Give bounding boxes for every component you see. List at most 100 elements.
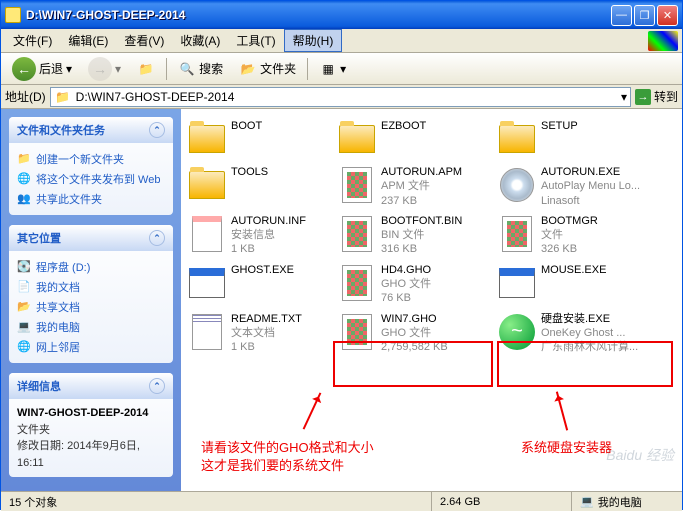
- menu-tools[interactable]: 工具(T): [228, 30, 283, 51]
- file-type: 文件: [541, 228, 598, 242]
- menu-favorites[interactable]: 收藏(A): [172, 30, 228, 51]
- file-item[interactable]: AUTORUN.APMAPM 文件237 KB: [335, 163, 495, 210]
- place-icon: 📄: [17, 280, 31, 294]
- file-name: BOOTMGR: [541, 214, 598, 228]
- folders-button[interactable]: 📂文件夹: [234, 58, 301, 80]
- places-panel: 其它位置 ⌃ 💽程序盘 (D:)📄我的文档📂共享文档💻我的电脑🌐网上邻居: [9, 225, 173, 363]
- place-icon: 📂: [17, 300, 31, 314]
- exe-icon: [189, 268, 225, 298]
- file-size: Linasoft: [541, 194, 640, 208]
- address-input[interactable]: 📁 D:\WIN7-GHOST-DEEP-2014 ▾: [50, 87, 631, 107]
- chevron-down-icon[interactable]: ▾: [621, 90, 627, 104]
- search-button[interactable]: 🔍搜索: [173, 58, 228, 80]
- file-icon: [342, 167, 372, 203]
- addressbar: 地址(D) 📁 D:\WIN7-GHOST-DEEP-2014 ▾ → 转到: [1, 85, 682, 109]
- up-button[interactable]: 📁: [132, 58, 160, 80]
- file-icon: [342, 265, 372, 301]
- back-icon: ←: [12, 57, 36, 81]
- close-button[interactable]: ✕: [657, 5, 678, 26]
- tasks-header[interactable]: 文件和文件夹任务 ⌃: [9, 117, 173, 143]
- task-link[interactable]: 🌐将这个文件夹发布到 Web: [17, 169, 165, 189]
- file-item[interactable]: SETUP: [495, 117, 655, 161]
- file-item[interactable]: BOOTMGR文件326 KB: [495, 212, 655, 259]
- menu-view[interactable]: 查看(V): [116, 30, 172, 51]
- txt-icon: [192, 314, 222, 350]
- details-modified-label: 修改日期:: [17, 440, 64, 452]
- file-item[interactable]: WIN7.GHOGHO 文件2,759,582 KB: [335, 310, 495, 357]
- annotation-installer: 系统硬盘安装器: [521, 439, 612, 457]
- statusbar: 15 个对象 2.64 GB 💻 我的电脑: [1, 491, 682, 511]
- file-name: SETUP: [541, 119, 578, 133]
- address-label: 地址(D): [5, 88, 46, 105]
- details-type: 文件夹: [17, 424, 50, 436]
- file-item[interactable]: HD4.GHOGHO 文件76 KB: [335, 261, 495, 308]
- file-name: AUTORUN.APM: [381, 165, 462, 179]
- menu-edit[interactable]: 编辑(E): [60, 30, 116, 51]
- file-name: AUTORUN.INF: [231, 214, 306, 228]
- folder-icon: 📁: [54, 88, 72, 106]
- back-button[interactable]: ← 后退 ▾: [7, 55, 77, 83]
- status-count: 15 个对象: [1, 492, 432, 511]
- file-name: MOUSE.EXE: [541, 263, 606, 277]
- place-link[interactable]: 💻我的电脑: [17, 317, 165, 337]
- file-name: TOOLS: [231, 165, 268, 179]
- chevron-up-icon: ⌃: [149, 230, 165, 246]
- details-header[interactable]: 详细信息 ⌃: [9, 373, 173, 399]
- views-button[interactable]: ▦▾: [314, 58, 351, 80]
- file-item[interactable]: GHOST.EXE: [185, 261, 335, 308]
- menu-file[interactable]: 文件(F): [5, 30, 60, 51]
- forward-button[interactable]: → ▾: [83, 55, 126, 83]
- file-size: 326 KB: [541, 242, 598, 256]
- place-link[interactable]: 📄我的文档: [17, 277, 165, 297]
- file-item[interactable]: ~硬盘安装.EXEOneKey Ghost ...广东雨林木风计算...: [495, 310, 655, 357]
- file-item[interactable]: EZBOOT: [335, 117, 495, 161]
- place-icon: 🌐: [17, 340, 31, 354]
- file-name: BOOTFONT.BIN: [381, 214, 462, 228]
- file-name: WIN7.GHO: [381, 312, 448, 326]
- task-link[interactable]: 👥共享此文件夹: [17, 189, 165, 209]
- file-item[interactable]: README.TXT文本文档1 KB: [185, 310, 335, 357]
- file-item[interactable]: BOOTFONT.BINBIN 文件316 KB: [335, 212, 495, 259]
- file-list[interactable]: BOOT EZBOOT SETUP TOOLS AUTORUN.APMAPM 文件237…: [181, 109, 682, 491]
- places-header[interactable]: 其它位置 ⌃: [9, 225, 173, 251]
- maximize-button[interactable]: ❐: [634, 5, 655, 26]
- chevron-down-icon: ▾: [340, 62, 346, 76]
- place-icon: 💻: [17, 320, 31, 334]
- file-size: 1 KB: [231, 242, 306, 256]
- file-icon: [342, 314, 372, 350]
- go-icon: →: [635, 89, 651, 105]
- file-name: 硬盘安装.EXE: [541, 312, 638, 326]
- folders-icon: 📂: [239, 60, 257, 78]
- chevron-down-icon: ▾: [115, 62, 121, 76]
- file-item[interactable]: AUTORUN.INF安装信息1 KB: [185, 212, 335, 259]
- task-link[interactable]: 📁创建一个新文件夹: [17, 149, 165, 169]
- file-name: EZBOOT: [381, 119, 426, 133]
- file-name: HD4.GHO: [381, 263, 431, 277]
- place-link[interactable]: 🌐网上邻居: [17, 337, 165, 357]
- file-size: 237 KB: [381, 194, 462, 208]
- details-name: WIN7-GHOST-DEEP-2014: [17, 407, 148, 419]
- address-path: D:\WIN7-GHOST-DEEP-2014: [76, 90, 235, 104]
- file-item[interactable]: BOOT: [185, 117, 335, 161]
- file-icon: [502, 216, 532, 252]
- file-type: APM 文件: [381, 179, 462, 193]
- place-icon: 💽: [17, 260, 31, 274]
- folder-icon: [189, 171, 225, 199]
- file-name: GHOST.EXE: [231, 263, 294, 277]
- file-item[interactable]: AUTORUN.EXEAutoPlay Menu Lo...Linasoft: [495, 163, 655, 210]
- file-type: GHO 文件: [381, 326, 448, 340]
- place-link[interactable]: 💽程序盘 (D:): [17, 257, 165, 277]
- file-item[interactable]: MOUSE.EXE: [495, 261, 655, 308]
- file-item[interactable]: TOOLS: [185, 163, 335, 210]
- titlebar[interactable]: D:\WIN7-GHOST-DEEP-2014 — ❐ ✕: [1, 1, 682, 29]
- ini-icon: [192, 216, 222, 252]
- chevron-down-icon: ▾: [66, 62, 72, 76]
- minimize-button[interactable]: —: [611, 5, 632, 26]
- toolbar: ← 后退 ▾ → ▾ 📁 🔍搜索 📂文件夹 ▦▾: [1, 53, 682, 85]
- place-link[interactable]: 📂共享文档: [17, 297, 165, 317]
- menu-help[interactable]: 帮助(H): [284, 29, 343, 52]
- file-type: GHO 文件: [381, 277, 431, 291]
- task-icon: 🌐: [17, 172, 31, 186]
- file-size: 2,759,582 KB: [381, 340, 448, 354]
- go-button[interactable]: → 转到: [635, 88, 678, 105]
